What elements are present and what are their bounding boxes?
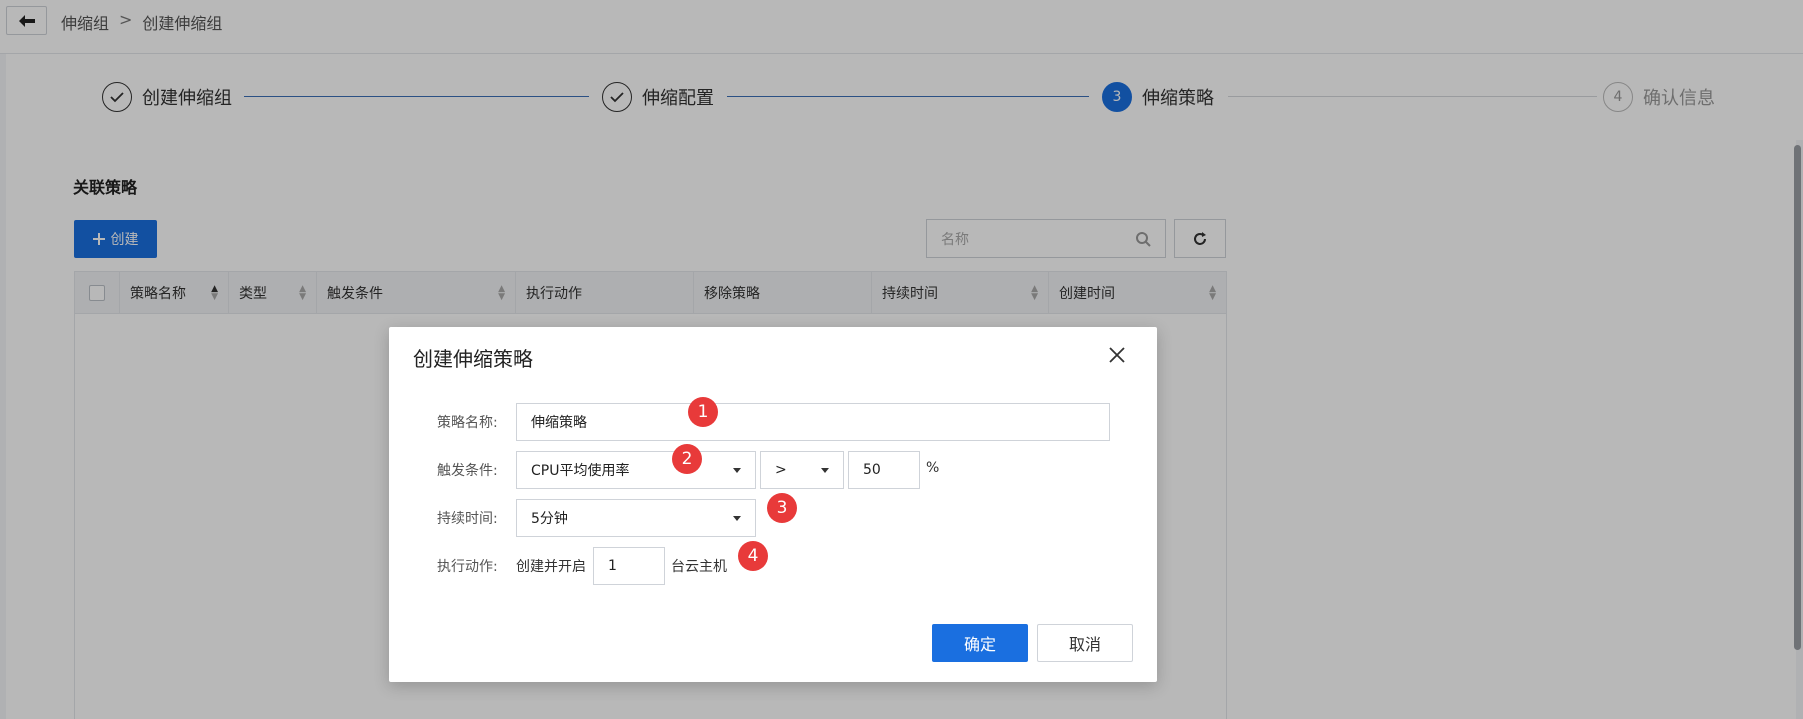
dialog-title: 创建伸缩策略 bbox=[413, 347, 533, 371]
action-prefix: 创建并开启 bbox=[516, 559, 586, 575]
cancel-button[interactable]: 取消 bbox=[1037, 624, 1133, 662]
trigger-threshold-input[interactable]: 50 bbox=[848, 451, 920, 489]
caret-down-icon bbox=[821, 467, 829, 473]
trigger-metric-select[interactable]: CPU平均使用率 bbox=[516, 451, 756, 489]
action-suffix: 台云主机 bbox=[671, 559, 727, 575]
policy-name-value: 伸缩策略 bbox=[531, 415, 587, 431]
trigger-threshold-value: 50 bbox=[863, 462, 881, 478]
create-policy-dialog: 创建伸缩策略 策略名称: 伸缩策略 1 触发条件: CPU平均使用率 2 > 5… bbox=[389, 327, 1157, 682]
policy-name-input[interactable]: 伸缩策略 bbox=[516, 403, 1110, 441]
policy-name-label: 策略名称: bbox=[437, 415, 498, 431]
trigger-operator-value: > bbox=[775, 462, 787, 478]
trigger-operator-select[interactable]: > bbox=[760, 451, 844, 489]
trigger-metric-value: CPU平均使用率 bbox=[531, 463, 630, 479]
caret-down-icon bbox=[733, 467, 741, 473]
trigger-unit: % bbox=[926, 460, 940, 476]
trigger-condition-label: 触发条件: bbox=[437, 463, 498, 479]
close-icon[interactable] bbox=[1105, 343, 1129, 367]
duration-select[interactable]: 5分钟 bbox=[516, 499, 756, 537]
duration-value: 5分钟 bbox=[531, 511, 568, 527]
action-label: 执行动作: bbox=[437, 559, 498, 575]
annotation-badge-4: 4 bbox=[738, 541, 768, 571]
duration-label: 持续时间: bbox=[437, 511, 498, 527]
instance-count-input[interactable]: 1 bbox=[593, 547, 665, 585]
caret-down-icon bbox=[733, 515, 741, 521]
annotation-badge-1: 1 bbox=[688, 397, 718, 427]
instance-count-value: 1 bbox=[608, 558, 617, 574]
confirm-button[interactable]: 确定 bbox=[932, 624, 1028, 662]
annotation-badge-2: 2 bbox=[672, 444, 702, 474]
annotation-badge-3: 3 bbox=[767, 493, 797, 523]
